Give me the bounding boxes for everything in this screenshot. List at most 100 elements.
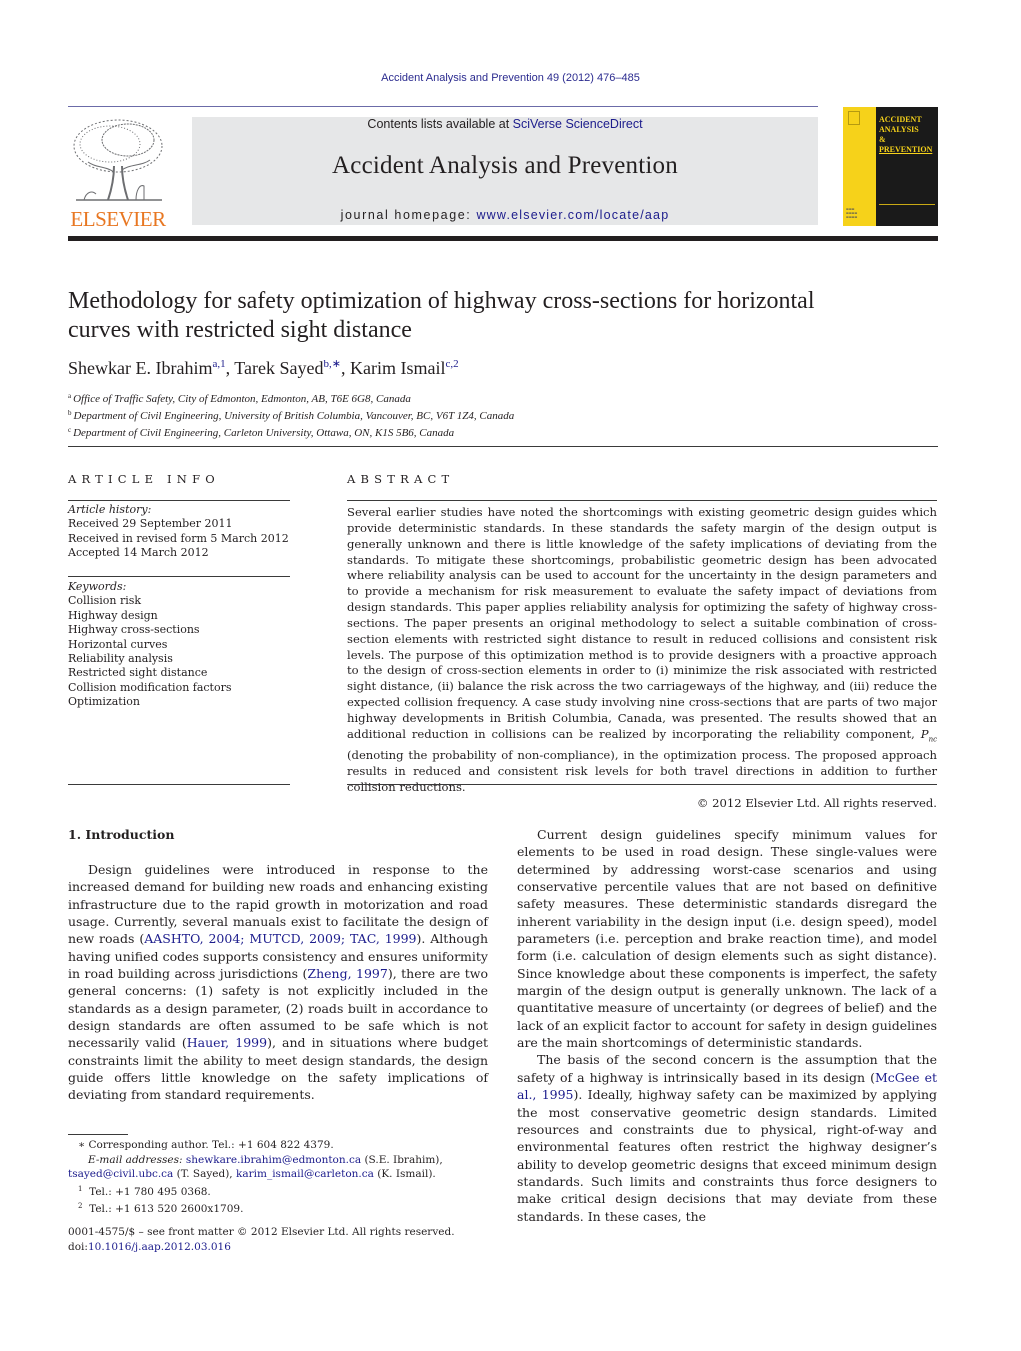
- pnc-symbol: Pnc: [920, 726, 937, 743]
- affiliation-text: Department of Civil Engineering, Univers…: [73, 410, 515, 422]
- history-item: Received 29 September 2011: [68, 517, 233, 531]
- author-name[interactable]: Shewkar E. Ibrahim: [68, 358, 212, 378]
- keywords: Keywords: Collision risk Highway design …: [68, 580, 290, 710]
- affiliation: c Department of Civil Engineering, Carlet…: [68, 423, 514, 440]
- footnote-text: Tel.: +1 780 495 0368.: [89, 1185, 211, 1198]
- footnote-2: 2 Tel.: +1 613 520 2600x1709.: [68, 1199, 498, 1217]
- elsevier-logo[interactable]: ELSEVIER: [68, 116, 168, 231]
- homepage-prefix: journal homepage:: [340, 208, 477, 222]
- abstract-text: Several earlier studies have noted the s…: [347, 505, 937, 796]
- elsevier-wordmark: ELSEVIER: [70, 207, 166, 231]
- email-link[interactable]: shewkare.ibrahim@edmonton.ca: [186, 1154, 361, 1166]
- journal-homepage: journal homepage: www.elsevier.com/locat…: [192, 208, 818, 222]
- author-name[interactable]: Karim Ismail: [350, 358, 445, 378]
- email-link[interactable]: tsayed@civil.ubc.ca: [68, 1168, 173, 1180]
- sciencedirect-link[interactable]: SciVerse ScienceDirect: [513, 117, 643, 131]
- doi-prefix: doi:: [68, 1240, 88, 1253]
- keyword: Optimization: [68, 695, 140, 709]
- author-list: Shewkar E. Ibrahima,1, Tarek Sayedb,∗, K…: [68, 357, 459, 379]
- affiliation-mark: b: [68, 409, 72, 417]
- author-separator: ,: [340, 358, 350, 378]
- cover-title-line: ACCIDENT: [879, 115, 922, 124]
- affiliation: b Department of Civil Engineering, Univer…: [68, 406, 514, 423]
- corresponding-author-note: ∗ Corresponding author. Tel.: +1 604 822…: [78, 1139, 334, 1151]
- keyword: Highway design: [68, 608, 158, 622]
- abstract-copyright: © 2012 Elsevier Ltd. All rights reserved…: [696, 795, 937, 810]
- article-info-heading: ARTICLE INFO: [68, 472, 220, 486]
- history-item: Accepted 14 March 2012: [68, 546, 209, 560]
- footnotes: ∗ Corresponding author. Tel.: +1 604 822…: [68, 1138, 498, 1217]
- email-link[interactable]: karim_ismail@carleton.ca: [236, 1168, 374, 1180]
- cover-title-line: PREVENTION: [879, 145, 933, 154]
- email-label: E-mail addresses:: [88, 1153, 186, 1166]
- title-block-rule: [68, 446, 938, 447]
- affiliation-mark: a: [68, 392, 72, 400]
- journal-cover[interactable]: ACCIDENT ANALYSIS & PREVENTION ▬▬▬ ▬▬▬▬ ▬▬…: [843, 107, 938, 226]
- article-title-line: Methodology for safety optimization of h…: [68, 288, 815, 314]
- abstract-bottom-rule: [347, 784, 937, 785]
- article-title: Methodology for safety optimization of h…: [68, 287, 948, 345]
- author-separator: ,: [225, 358, 235, 378]
- author-marks[interactable]: a,1: [212, 358, 225, 370]
- paragraph-text: ). Ideally, highway safety can be maximi…: [517, 1087, 937, 1224]
- citation-link[interactable]: Zheng, 1997: [307, 966, 387, 981]
- paragraph: Current design guidelines specify minimu…: [517, 827, 937, 1051]
- symbol-main: P: [920, 726, 929, 741]
- doi-line: doi:10.1016/j.aap.2012.03.016: [68, 1240, 498, 1255]
- footnote-text: Tel.: +1 613 520 2600x1709.: [89, 1203, 244, 1215]
- footnote-mark: 1: [78, 1184, 83, 1193]
- keyword: Collision risk: [68, 594, 142, 608]
- homepage-link[interactable]: www.elsevier.com/locate/aap: [476, 208, 669, 222]
- email-owner: (K. Ismail).: [373, 1168, 436, 1180]
- citation-link[interactable]: AASHTO, 2004; MUTCD, 2009; TAC, 1999: [144, 931, 416, 946]
- body-left-column: Design guidelines were introduced in res…: [68, 861, 488, 1104]
- abstract-text-part: Several earlier studies have noted the s…: [347, 505, 937, 741]
- abstract-body: Several earlier studies have noted the s…: [347, 505, 937, 811]
- author-marks[interactable]: b,∗: [324, 358, 341, 370]
- cover-title-line: &: [879, 135, 886, 144]
- keyword: Horizontal curves: [68, 637, 168, 651]
- cover-rule: [879, 204, 935, 205]
- article-info-rule: [68, 500, 290, 501]
- affiliation-text: Department of Civil Engineering, Carleto…: [73, 427, 455, 439]
- contents-prefix: Contents lists available at: [367, 117, 513, 131]
- journal-title: Accident Analysis and Prevention: [332, 152, 678, 179]
- abstract-heading: ABSTRACT: [347, 472, 455, 486]
- doi-link[interactable]: 10.1016/j.aap.2012.03.016: [88, 1241, 231, 1253]
- paragraph: The basis of the second concern is the a…: [517, 1051, 937, 1224]
- cover-small-print: ▬▬▬ ▬▬▬▬ ▬▬▬▬: [846, 207, 858, 219]
- keyword: Collision modification factors: [68, 680, 232, 694]
- paragraph: Design guidelines were introduced in res…: [68, 861, 488, 1104]
- header-rule: [68, 106, 818, 107]
- masthead-bottom-rule: [68, 236, 938, 241]
- elsevier-tree-icon: [73, 119, 163, 201]
- keywords-label: Keywords:: [68, 580, 127, 593]
- article-history: Article history: Received 29 September 2…: [68, 503, 290, 561]
- abstract-rule: [347, 500, 937, 501]
- history-label: Article history:: [68, 503, 152, 516]
- affiliation-mark: c: [68, 426, 72, 434]
- cover-title: ACCIDENT ANALYSIS & PREVENTION: [879, 115, 937, 155]
- keyword: Restricted sight distance: [68, 666, 208, 680]
- issn-line: 0001-4575/$ – see front matter © 2012 El…: [68, 1226, 455, 1238]
- citation-link[interactable]: Hauer, 1999: [187, 1035, 267, 1050]
- footnote-rule: [68, 1134, 128, 1135]
- email-note: E-mail addresses: shewkare.ibrahim@edmon…: [68, 1153, 498, 1168]
- history-item: Received in revised form 5 March 2012: [68, 531, 289, 545]
- running-head[interactable]: Accident Analysis and Prevention 49 (201…: [0, 72, 1021, 84]
- author-marks[interactable]: c,2: [445, 358, 458, 370]
- keywords-rule: [68, 576, 290, 577]
- email-note-cont: tsayed@civil.ubc.ca (T. Sayed), karim_is…: [68, 1167, 498, 1182]
- article-info-bottom-rule: [68, 784, 290, 785]
- article-title-line: curves with restricted sight distance: [68, 317, 412, 343]
- abstract-text-part: (denoting the probability of non-complia…: [347, 747, 937, 794]
- section-heading: 1. Introduction: [68, 827, 175, 842]
- affiliation-text: Office of Traffic Safety, City of Edmont…: [73, 393, 411, 405]
- keyword: Reliability analysis: [68, 652, 173, 666]
- footnote-1: 1 Tel.: +1 780 495 0368.: [68, 1182, 498, 1200]
- affiliation: a Office of Traffic Safety, City of Edmon…: [68, 389, 514, 406]
- email-owner: (S.E. Ibrahim),: [361, 1153, 443, 1166]
- front-matter: 0001-4575/$ – see front matter © 2012 El…: [68, 1225, 498, 1254]
- author-name[interactable]: Tarek Sayed: [234, 358, 323, 378]
- affiliation-list: a Office of Traffic Safety, City of Edmon…: [68, 389, 514, 440]
